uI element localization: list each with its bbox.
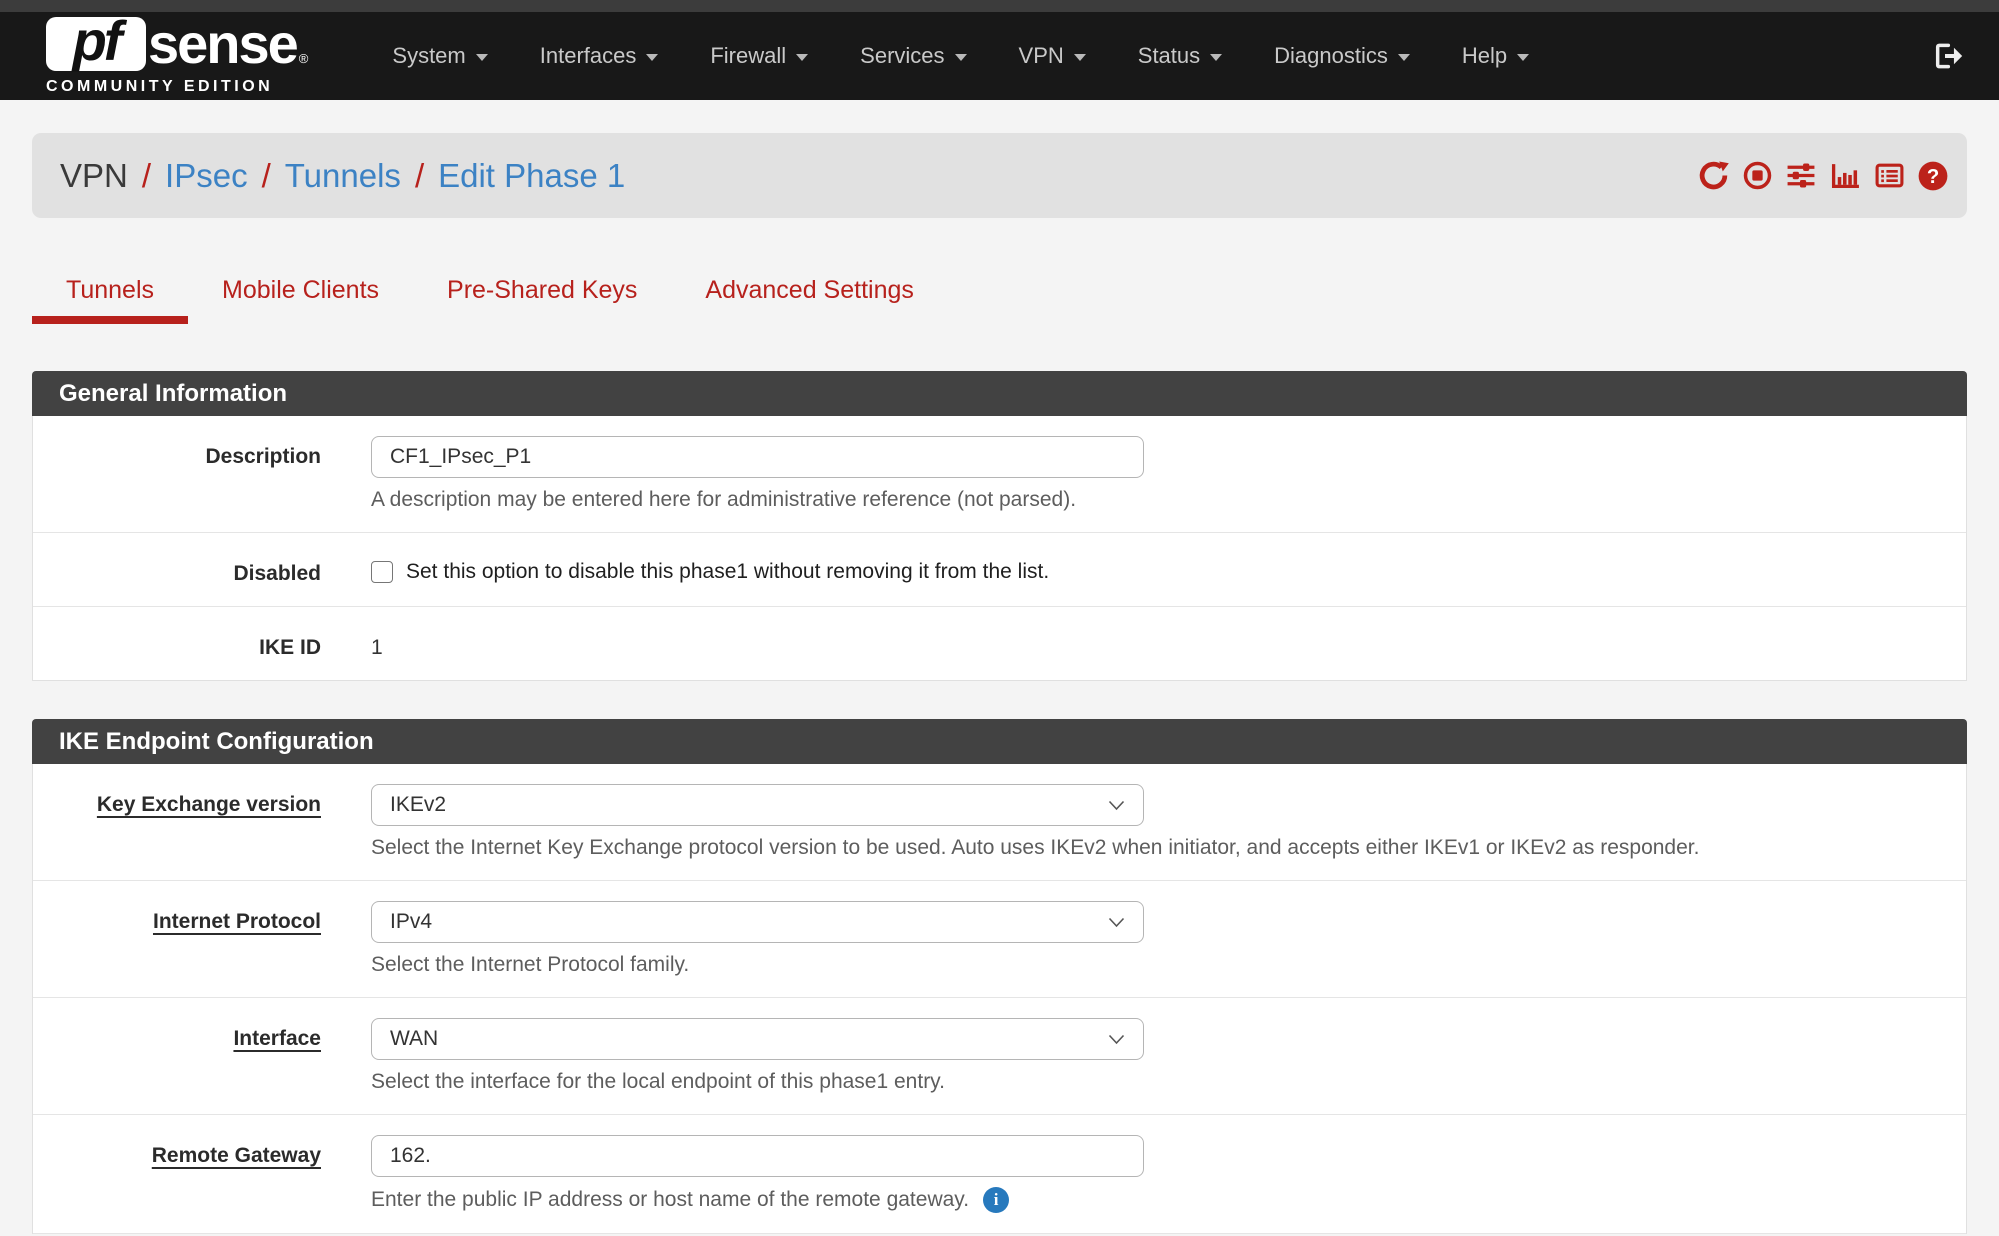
main-menu: System Interfaces Firewall Services VPN … [366, 43, 1555, 69]
community-edition-label: COMMUNITY EDITION [46, 78, 308, 96]
breadcrumb-edit-phase-1[interactable]: Edit Phase 1 [438, 157, 625, 195]
interface-label: Interface [233, 1027, 321, 1050]
sign-out-icon[interactable] [1925, 34, 1969, 78]
menu-help[interactable]: Help [1436, 43, 1555, 69]
breadcrumb-vpn: VPN [60, 157, 128, 195]
panel-title: General Information [59, 380, 287, 408]
key-exchange-select[interactable]: IKEv2 [371, 784, 1144, 826]
tab-advanced-settings[interactable]: Advanced Settings [671, 268, 947, 324]
registered-mark: ® [299, 51, 309, 66]
disabled-checkbox-label: Set this option to disable this phase1 w… [406, 560, 1049, 584]
ike-id-value: 1 [371, 627, 1966, 660]
stop-icon[interactable] [1741, 160, 1773, 192]
remote-gateway-row: Remote Gateway Enter the public IP addre… [33, 1115, 1966, 1234]
top-strip [0, 0, 1999, 12]
log-list-icon[interactable] [1873, 160, 1905, 192]
refresh-icon[interactable] [1697, 160, 1729, 192]
caret-down-icon [1398, 54, 1410, 61]
description-input[interactable] [371, 436, 1144, 478]
remote-gateway-help: Enter the public IP address or host name… [371, 1187, 1966, 1213]
menu-diagnostics[interactable]: Diagnostics [1248, 43, 1436, 69]
help-icon[interactable]: ? [1917, 160, 1949, 192]
description-label: Description [205, 445, 321, 468]
breadcrumb-ipsec[interactable]: IPsec [165, 157, 248, 195]
chevron-down-icon [1108, 917, 1125, 928]
interface-select[interactable]: WAN [371, 1018, 1144, 1060]
breadcrumb: VPN / IPsec / Tunnels / Edit Phase 1 [60, 157, 625, 195]
caret-down-icon [955, 54, 967, 61]
ike-endpoint-header: IKE Endpoint Configuration [32, 719, 1967, 764]
caret-down-icon [796, 54, 808, 61]
panel-title: IKE Endpoint Configuration [59, 728, 374, 756]
key-exchange-row: Key Exchange version IKEv2 Select the In… [33, 764, 1966, 881]
chevron-down-icon [1108, 1034, 1125, 1045]
caret-down-icon [476, 54, 488, 61]
menu-firewall[interactable]: Firewall [684, 43, 834, 69]
svg-text:?: ? [1927, 165, 1939, 187]
status-chart-icon[interactable] [1829, 160, 1861, 192]
menu-vpn[interactable]: VPN [993, 43, 1112, 69]
description-help: A description may be entered here for ad… [371, 488, 1966, 512]
ike-id-row: IKE ID 1 [33, 607, 1966, 680]
remote-gateway-input[interactable] [371, 1135, 1144, 1177]
sliders-icon[interactable] [1785, 160, 1817, 192]
page-action-icons: ? [1697, 160, 1949, 192]
internet-protocol-label: Internet Protocol [153, 910, 321, 933]
caret-down-icon [1517, 54, 1529, 61]
sense-logo-text: sense [148, 16, 297, 72]
tab-tunnels[interactable]: Tunnels [32, 268, 188, 324]
breadcrumb-separator: / [142, 157, 151, 195]
remote-gateway-label: Remote Gateway [152, 1144, 321, 1167]
description-row: Description A description may be entered… [33, 416, 1966, 533]
chevron-down-icon [1108, 800, 1125, 811]
key-exchange-label: Key Exchange version [97, 793, 321, 816]
ike-id-label: IKE ID [259, 636, 321, 659]
caret-down-icon [646, 54, 658, 61]
menu-services[interactable]: Services [834, 43, 992, 69]
caret-down-icon [1074, 54, 1086, 61]
menu-status[interactable]: Status [1112, 43, 1248, 69]
breadcrumb-tunnels[interactable]: Tunnels [285, 157, 401, 195]
menu-interfaces[interactable]: Interfaces [514, 43, 685, 69]
top-navbar: pf sense ® COMMUNITY EDITION System Inte… [0, 12, 1999, 100]
tab-pre-shared-keys[interactable]: Pre-Shared Keys [413, 268, 671, 324]
internet-protocol-help: Select the Internet Protocol family. [371, 953, 1966, 977]
breadcrumb-separator: / [415, 157, 424, 195]
breadcrumb-separator: / [262, 157, 271, 195]
pfsense-logo[interactable]: pf sense ® COMMUNITY EDITION [46, 16, 308, 96]
pf-logo-box: pf [46, 17, 146, 71]
menu-system[interactable]: System [366, 43, 513, 69]
disabled-row: Disabled Set this option to disable this… [33, 533, 1966, 607]
info-icon[interactable]: i [983, 1187, 1009, 1213]
interface-help: Select the interface for the local endpo… [371, 1070, 1966, 1094]
ike-endpoint-panel: IKE Endpoint Configuration Key Exchange … [32, 719, 1967, 1234]
pf-logo-text: pf [73, 13, 120, 75]
general-information-header: General Information [32, 371, 1967, 416]
disabled-checkbox[interactable] [371, 561, 393, 583]
caret-down-icon [1210, 54, 1222, 61]
general-information-panel: General Information Description A descri… [32, 371, 1967, 681]
internet-protocol-select[interactable]: IPv4 [371, 901, 1144, 943]
interface-row: Interface WAN Select the interface for t… [33, 998, 1966, 1115]
breadcrumb-bar: VPN / IPsec / Tunnels / Edit Phase 1 ? [32, 133, 1967, 218]
key-exchange-help: Select the Internet Key Exchange protoco… [371, 836, 1966, 860]
tab-mobile-clients[interactable]: Mobile Clients [188, 268, 413, 324]
disabled-label: Disabled [233, 562, 321, 585]
internet-protocol-row: Internet Protocol IPv4 Select the Intern… [33, 881, 1966, 998]
tab-bar: Tunnels Mobile Clients Pre-Shared Keys A… [32, 268, 1967, 324]
